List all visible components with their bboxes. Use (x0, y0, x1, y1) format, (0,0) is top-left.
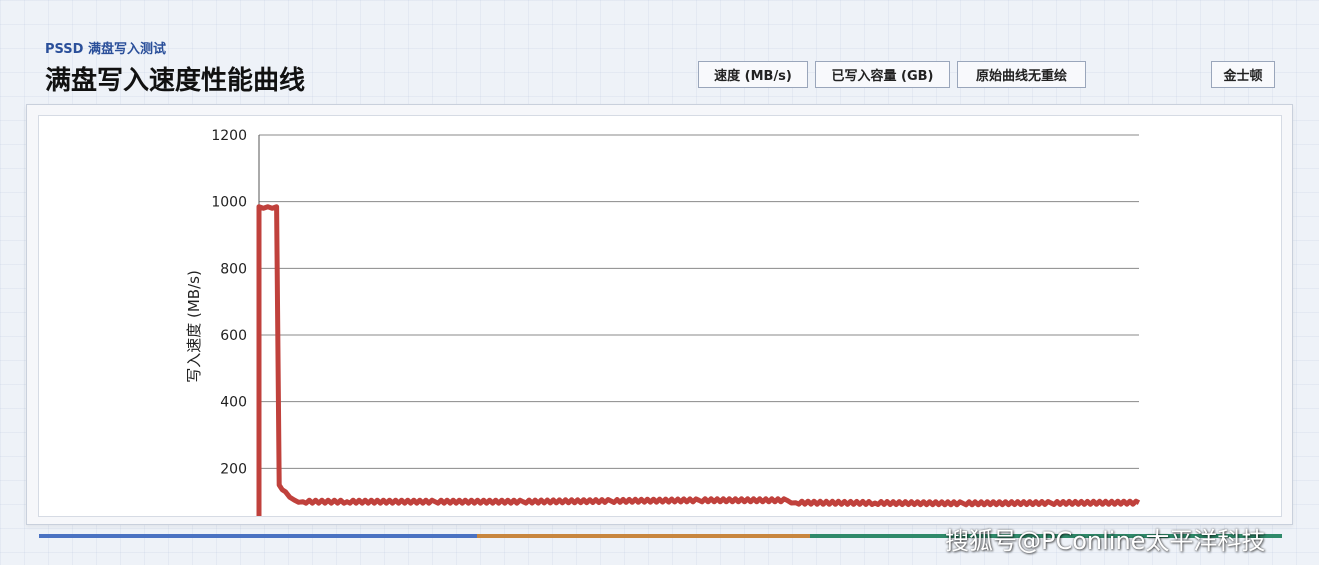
y-tick-label: 400 (220, 395, 247, 411)
raw-curve-button[interactable]: 原始曲线无重绘 (957, 61, 1086, 88)
page-subtitle: PSSD 满盘写入测试 (45, 42, 166, 57)
chart-area: 020040060080010001200 写入速度 (MB/s) (38, 115, 1282, 517)
speed-chart: 020040060080010001200 写入速度 (MB/s) (176, 116, 1144, 516)
y-axis-label: 写入速度 (MB/s) (185, 270, 203, 383)
footer-bar-blue (39, 534, 477, 538)
watermark-text: 搜狐号@PConline太平洋科技 (945, 527, 1266, 555)
y-tick-label: 1200 (211, 128, 247, 144)
y-tick-label: 800 (220, 261, 247, 277)
y-tick-label: 200 (220, 461, 247, 477)
speed-unit-button[interactable]: 速度 (MB/s) (698, 61, 808, 88)
written-capacity-button[interactable]: 已写入容量 (GB) (815, 61, 950, 88)
y-tick-label: 600 (220, 328, 247, 344)
footer-bar-orange (477, 534, 810, 538)
page-title: 满盘写入速度性能曲线 (45, 66, 306, 96)
plot-background (176, 116, 1144, 516)
brand-button[interactable]: 金士顿 (1211, 61, 1275, 88)
y-tick-label: 1000 (211, 195, 247, 211)
